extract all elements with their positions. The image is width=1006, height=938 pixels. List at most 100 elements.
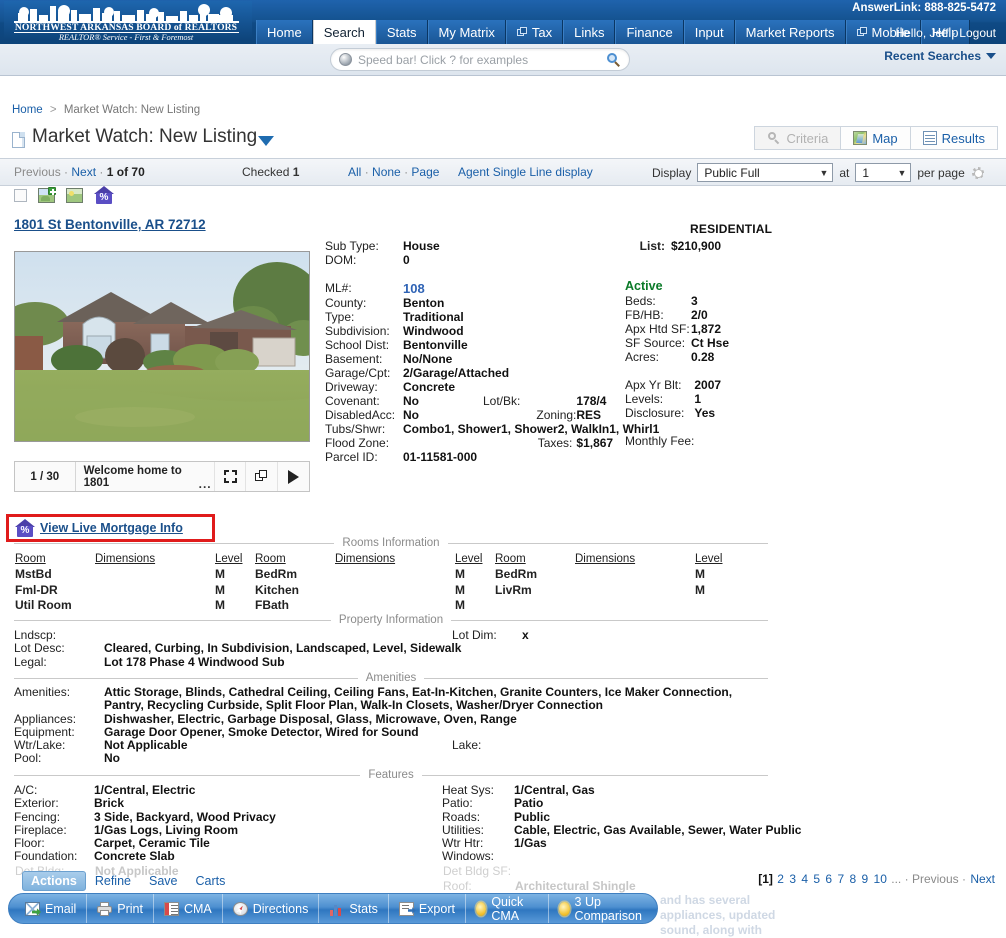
email-button[interactable]: Email <box>9 894 88 923</box>
photo-fullscreen-button[interactable] <box>213 462 246 491</box>
room-name: BedRm <box>495 567 538 582</box>
agent-display-link-wrap: Agent Single Line display <box>458 165 593 179</box>
page-link-7[interactable]: 7 <box>837 872 844 886</box>
tab-refine[interactable]: Refine <box>86 871 140 891</box>
listing-photo[interactable] <box>14 251 310 442</box>
select-none-link[interactable]: None <box>372 165 401 179</box>
search-icon[interactable] <box>607 52 621 67</box>
table-row: Floor: Carpet, Ceramic Tile <box>14 836 276 850</box>
detail-label: Sub Type: <box>325 239 379 253</box>
select-all-link[interactable]: All <box>348 165 361 179</box>
page-link-5[interactable]: 5 <box>813 872 820 886</box>
print-button[interactable]: Print <box>87 894 154 923</box>
detail-label: Amenities: <box>14 685 71 699</box>
detail-value: 1/Central, Electric <box>94 783 196 797</box>
copy-window-icon <box>255 470 268 483</box>
directions-button[interactable]: Directions <box>223 894 320 923</box>
page-link-2[interactable]: 2 <box>777 872 784 886</box>
page-link-8[interactable]: 8 <box>849 872 856 886</box>
nav-tab-stats[interactable]: Stats <box>375 20 428 44</box>
amenities-section-title: Amenities <box>365 672 417 684</box>
next-record-link[interactable]: Next <box>71 165 96 179</box>
nav-tab-market-reports[interactable]: Market Reports <box>734 20 846 44</box>
detail-label: Legal: <box>14 654 47 669</box>
tab-save[interactable]: Save <box>140 871 187 891</box>
previous-page-link[interactable]: Previous <box>912 872 959 886</box>
expand-icon <box>223 470 237 483</box>
recent-searches-label: Recent Searches <box>884 49 981 63</box>
detail-value: 3 Side, Backyard, Wood Privacy <box>94 809 276 824</box>
chevron-down-icon: ▼ <box>819 167 829 178</box>
amenities-table: Amenities: Attic Storage, Blinds, Cathed… <box>14 685 768 766</box>
tab-carts[interactable]: Carts <box>186 871 234 891</box>
detail-value <box>104 629 452 642</box>
page-link-10[interactable]: 10 <box>874 872 887 886</box>
breadcrumb-home-link[interactable]: Home <box>12 104 43 116</box>
cma-button[interactable]: CMA <box>154 894 223 923</box>
table-row: Fml-DR M Kitchen M LivRm M <box>14 583 768 598</box>
next-page-link[interactable]: Next <box>970 872 995 886</box>
nav-tab-links[interactable]: Links <box>563 20 616 44</box>
speed-search-box[interactable]: Speed bar! Click ? for examples <box>330 48 630 71</box>
map-button[interactable]: Map <box>840 126 911 150</box>
listing-main-details-table: ML#: 108 County: Benton Type: Traditiona… <box>325 281 659 464</box>
page-link-3[interactable]: 3 <box>789 872 796 886</box>
agent-single-line-display-link[interactable]: Agent Single Line display <box>458 165 593 179</box>
listing-address-link[interactable]: 1801 St Bentonville, AR 72712 <box>14 217 206 232</box>
logout-link[interactable]: Logout <box>959 26 996 40</box>
page-link-4[interactable]: 4 <box>801 872 808 886</box>
gear-icon[interactable] <box>971 166 985 180</box>
page-title-dropdown-icon[interactable] <box>258 136 274 146</box>
table-row: ML#: 108 <box>325 281 659 296</box>
detail-row: Sub Type: House <box>325 239 440 253</box>
select-page-link[interactable]: Page <box>411 165 439 179</box>
page-link-9[interactable]: 9 <box>862 872 869 886</box>
three-up-comparison-button[interactable]: 3 Up Comparison <box>549 894 657 923</box>
page-link-6[interactable]: 6 <box>825 872 832 886</box>
detail-value: Attic Storage, Blinds, Cathedral Ceiling… <box>104 685 733 713</box>
features-section-header: Features <box>14 768 769 782</box>
search-input[interactable]: Speed bar! Click ? for examples <box>358 53 607 67</box>
add-photo-icon[interactable] <box>38 186 56 203</box>
view-live-mortgage-info-link[interactable]: View Live Mortgage Info <box>40 521 183 535</box>
stats-button-label: Stats <box>349 901 378 916</box>
listing-stats-table: Beds: 3 FB/HB: 2/0 Apx Htd SF: 1,872 SF Sou… <box>625 294 729 364</box>
photo-popout-button[interactable] <box>245 462 277 491</box>
detail-label: Windows: <box>442 849 495 864</box>
nav-tab-finance[interactable]: Finance <box>615 20 684 44</box>
nav-tab-my-matrix[interactable]: My Matrix <box>427 20 506 44</box>
listing-checkbox[interactable] <box>14 188 27 202</box>
criteria-button[interactable]: Criteria <box>754 126 842 150</box>
tab-label: Save <box>148 874 178 888</box>
page-title-row: Market Watch: New Listing Criteria Map R… <box>0 126 1006 158</box>
previous-record-link[interactable]: Previous <box>14 165 61 179</box>
tab-actions[interactable]: Actions <box>22 871 86 891</box>
photo-gallery-icon[interactable] <box>66 187 83 203</box>
mls-number-link[interactable]: 108 <box>403 281 483 296</box>
user-session-area: Hello, Jeff · Logout <box>895 26 996 40</box>
photo-caption-label: Welcome home to 1801 <box>83 464 182 489</box>
board-logo[interactable]: NORTHWEST ARKANSAS BOARD of REALTORS REA… <box>4 1 252 41</box>
nav-tab-input[interactable]: Input <box>683 20 735 44</box>
compass-icon <box>232 901 248 916</box>
recent-searches-dropdown[interactable]: Recent Searches <box>884 49 996 63</box>
mortgage-percent-house-icon[interactable]: % <box>94 186 114 204</box>
detail-value: 1/Gas <box>514 836 547 851</box>
photo-play-button[interactable] <box>277 462 309 491</box>
nav-tab-search[interactable]: Search <box>312 20 376 44</box>
detail-value <box>694 420 721 448</box>
det-bldg-sf-row-obscured: Det Bldg SF: Roof: Architectural Shingle <box>442 864 637 895</box>
per-page-select[interactable]: 1 ▼ <box>855 163 912 182</box>
detail-value <box>514 850 801 863</box>
table-row: List: $210,900 <box>625 239 721 253</box>
display-format-select[interactable]: Public Full ▼ <box>697 163 834 182</box>
quick-cma-button[interactable]: Quick CMA <box>466 894 550 923</box>
nav-tab-tax[interactable]: Tax <box>505 20 564 44</box>
nav-tab-home[interactable]: Home <box>256 20 313 44</box>
detail-value: Cable, Electric, Gas Available, Sewer, W… <box>514 822 802 837</box>
stats-button[interactable]: Stats <box>319 894 389 923</box>
description-text-obscured-1: and has several <box>660 893 751 907</box>
export-button[interactable]: Export <box>389 894 466 923</box>
amenities-section-header: Amenities <box>14 671 768 685</box>
results-button[interactable]: Results <box>909 126 998 150</box>
